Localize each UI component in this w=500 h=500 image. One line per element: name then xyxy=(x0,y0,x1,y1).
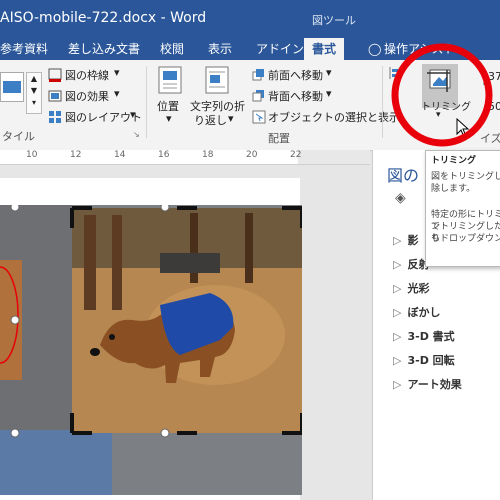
picture-layout-icon xyxy=(48,110,62,127)
position-icon xyxy=(158,66,182,97)
dialog-launcher-icon[interactable]: ↘ xyxy=(133,130,140,139)
ruler-tick: 18 xyxy=(202,150,214,160)
tell-me-icon[interactable]: ◯ xyxy=(368,38,381,60)
tab-addins[interactable]: アドイン xyxy=(256,38,304,60)
pane-item-3d-rotation[interactable]: ▷ 3-D 回転 xyxy=(393,352,455,368)
highlight-circle xyxy=(390,42,500,156)
ruler-tick: 20 xyxy=(246,150,258,160)
tab-references[interactable]: 参考資料 xyxy=(0,38,48,60)
wrap-text-button-line2[interactable]: り返し xyxy=(194,112,227,128)
pane-item-shadow[interactable]: ▷ 影 xyxy=(393,232,418,248)
tooltip-text: 除します。 xyxy=(431,184,476,194)
pane-item-artistic-effects[interactable]: ▷ アート効果 xyxy=(393,376,462,392)
chevron-down-icon: ▾ xyxy=(166,112,172,125)
ruler-tick: 12 xyxy=(70,150,82,160)
chevron-down-icon: ▾ xyxy=(326,87,332,100)
picture-effects-icon xyxy=(48,89,62,106)
chevron-down-icon: ▾ xyxy=(130,108,136,121)
tab-format[interactable]: 書式 xyxy=(304,38,345,60)
document-title: AISO-mobile-722.docx - Word xyxy=(0,10,207,26)
send-backward-button[interactable]: 背面へ移動 xyxy=(268,88,323,104)
bring-forward-button[interactable]: 前面へ移動 xyxy=(268,67,323,83)
ruler-tick: 10 xyxy=(26,150,38,160)
tooltip-title: トリミング xyxy=(431,156,477,166)
selection-pane-icon xyxy=(252,110,266,127)
pane-title: 図の xyxy=(387,166,420,185)
ruler-tick: 16 xyxy=(158,150,170,160)
tab-mailings[interactable]: 差し込み文書 xyxy=(68,38,140,60)
picture-border-icon xyxy=(48,68,62,85)
selection-pane-button[interactable]: オブジェクトの選択と表示 xyxy=(268,109,400,125)
tab-view[interactable]: 表示 xyxy=(208,38,232,60)
picture-tools-label: 図ツール xyxy=(312,14,356,27)
picture-style-gallery[interactable] xyxy=(0,72,24,102)
title-bar: AISO-mobile-722.docx - Word 図ツール xyxy=(0,0,500,38)
wrap-text-icon xyxy=(205,66,229,97)
fill-line-icon[interactable]: ◈ xyxy=(395,190,406,206)
chevron-down-icon: ▾ xyxy=(326,66,332,79)
ruler-tick: 14 xyxy=(114,150,126,160)
arrange-group-label: 配置 xyxy=(268,132,290,145)
tooltip-text: 図をトリミングし xyxy=(431,172,500,182)
pane-item-3d-format[interactable]: ▷ 3-D 書式 xyxy=(393,328,455,344)
horizontal-ruler: 10 12 14 16 18 20 22 xyxy=(0,150,370,165)
picture-border-button[interactable]: 図の枠線 xyxy=(65,67,109,83)
chevron-down-icon: ▾ xyxy=(114,87,120,100)
picture-effects-button[interactable]: 図の効果 xyxy=(65,88,109,104)
tooltip-text: もドロップダウン xyxy=(431,234,500,244)
pane-item-glow[interactable]: ▷ 光彩 xyxy=(393,280,429,296)
pane-item-soft-edges[interactable]: ▷ ぼかし xyxy=(393,304,440,320)
send-backward-icon xyxy=(252,89,266,106)
gallery-scroll[interactable]: ▲ ▼ ▾ xyxy=(26,72,42,114)
ruler-tick: 22 xyxy=(290,150,302,160)
tab-review[interactable]: 校閲 xyxy=(160,38,184,60)
crop-tooltip: トリミング 図をトリミングし 除します。 特定の形にトリミン でトリミングしたり… xyxy=(425,150,500,267)
styles-group-label: タイル xyxy=(2,130,35,143)
pane-item-reflection[interactable]: ▷ 反射 xyxy=(393,256,429,272)
chevron-down-icon: ▾ xyxy=(228,112,234,125)
chevron-down-icon: ▾ xyxy=(114,66,120,79)
picture-crop-region[interactable] xyxy=(0,202,304,495)
bring-forward-icon xyxy=(252,68,266,85)
